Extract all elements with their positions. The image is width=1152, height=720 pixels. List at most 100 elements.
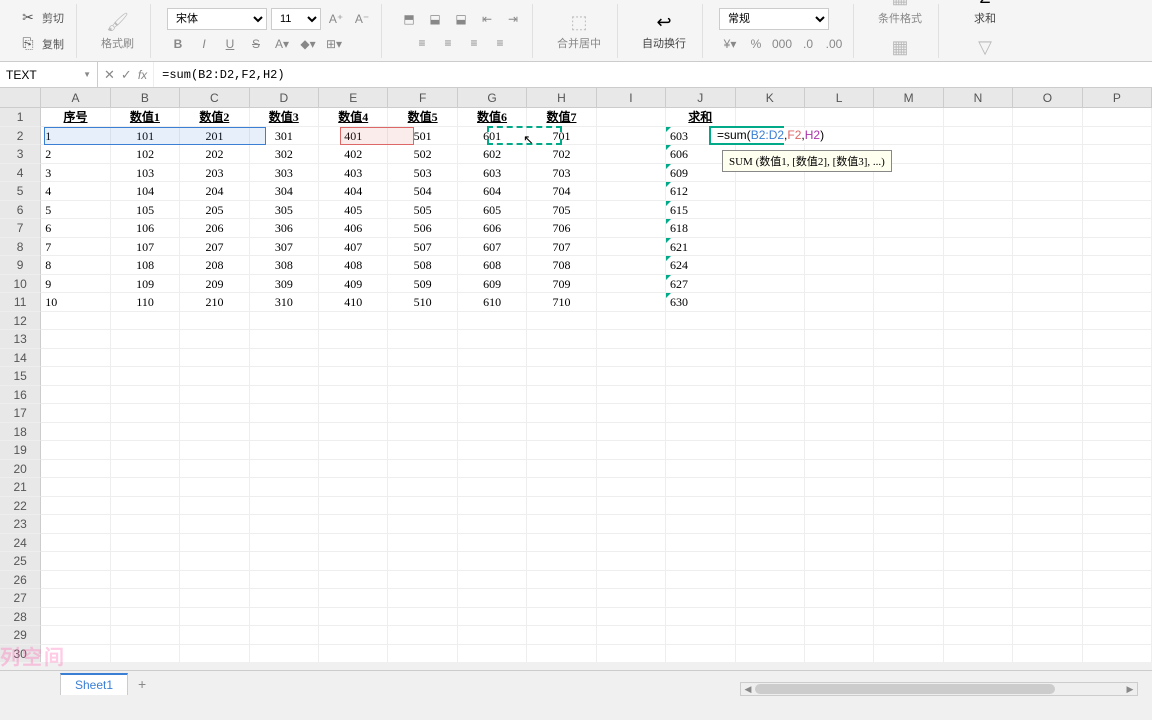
- cell-i28[interactable]: [597, 608, 666, 627]
- cell-n20[interactable]: [944, 460, 1013, 479]
- cell-c25[interactable]: [180, 552, 249, 571]
- cell-i2[interactable]: [597, 127, 666, 146]
- cell-j12[interactable]: [666, 312, 735, 331]
- cell-g22[interactable]: [458, 497, 527, 516]
- cell-f10[interactable]: 509: [388, 275, 457, 294]
- column-header-k[interactable]: K: [736, 88, 805, 107]
- cell-a10[interactable]: 9: [41, 275, 111, 294]
- cell-h17[interactable]: [527, 404, 596, 423]
- cell-l18[interactable]: [805, 423, 874, 442]
- cell-k21[interactable]: [736, 478, 805, 497]
- cell-p1[interactable]: [1083, 108, 1152, 127]
- cell-a9[interactable]: 8: [41, 256, 111, 275]
- cell-p18[interactable]: [1083, 423, 1152, 442]
- cell-f9[interactable]: 508: [388, 256, 457, 275]
- name-box[interactable]: TEXT▼: [0, 62, 98, 87]
- cell-g16[interactable]: [458, 386, 527, 405]
- cell-o2[interactable]: [1013, 127, 1082, 146]
- column-header-g[interactable]: G: [458, 88, 527, 107]
- cell-p2[interactable]: [1083, 127, 1152, 146]
- cell-j27[interactable]: [666, 589, 735, 608]
- cell-a26[interactable]: [41, 571, 110, 590]
- cell-k30[interactable]: [736, 645, 805, 663]
- cell-b6[interactable]: 105: [111, 201, 180, 220]
- cell-d29[interactable]: [250, 626, 319, 645]
- cell-e22[interactable]: [319, 497, 388, 516]
- select-all-corner[interactable]: [0, 88, 41, 107]
- cell-d3[interactable]: 302: [250, 145, 319, 164]
- cell-f3[interactable]: 502: [388, 145, 457, 164]
- cell-o8[interactable]: [1013, 238, 1082, 257]
- cell-a21[interactable]: [41, 478, 110, 497]
- cell-o10[interactable]: [1013, 275, 1082, 294]
- cell-o12[interactable]: [1013, 312, 1082, 331]
- cell-h25[interactable]: [527, 552, 596, 571]
- cell-k18[interactable]: [736, 423, 805, 442]
- conditional-format-button[interactable]: ▦ 条件格式: [870, 0, 930, 30]
- cell-l16[interactable]: [805, 386, 874, 405]
- cell-g12[interactable]: [458, 312, 527, 331]
- cell-o25[interactable]: [1013, 552, 1082, 571]
- cell-j30[interactable]: [666, 645, 735, 663]
- cell-k25[interactable]: [736, 552, 805, 571]
- cell-p8[interactable]: [1083, 238, 1152, 257]
- row-header[interactable]: 14: [0, 349, 41, 368]
- bold-button[interactable]: B: [167, 34, 189, 54]
- cell-b4[interactable]: 103: [111, 164, 180, 183]
- cell-n9[interactable]: [944, 256, 1013, 275]
- cell-k10[interactable]: [736, 275, 805, 294]
- cell-e30[interactable]: [319, 645, 388, 663]
- column-header-p[interactable]: P: [1083, 88, 1152, 107]
- cell-n2[interactable]: [944, 127, 1013, 146]
- cell-i24[interactable]: [597, 534, 666, 553]
- cell-m23[interactable]: [874, 515, 943, 534]
- underline-button[interactable]: U: [219, 34, 241, 54]
- cell-i16[interactable]: [597, 386, 666, 405]
- cell-n29[interactable]: [944, 626, 1013, 645]
- cell-n17[interactable]: [944, 404, 1013, 423]
- cell-n15[interactable]: [944, 367, 1013, 386]
- row-header[interactable]: 18: [0, 423, 41, 442]
- cell-p19[interactable]: [1083, 441, 1152, 460]
- column-header-c[interactable]: C: [180, 88, 249, 107]
- percent-icon[interactable]: %: [745, 34, 767, 54]
- decrease-decimal-icon[interactable]: .0: [797, 34, 819, 54]
- strike-button[interactable]: S: [245, 34, 267, 54]
- cell-h15[interactable]: [527, 367, 596, 386]
- cell-l28[interactable]: [805, 608, 874, 627]
- cell-n7[interactable]: [944, 219, 1013, 238]
- copy-button[interactable]: ⎘复制: [14, 32, 68, 56]
- cell-m8[interactable]: [874, 238, 943, 257]
- row-header[interactable]: 23: [0, 515, 41, 534]
- cell-j5[interactable]: 612: [666, 182, 736, 201]
- cell-p12[interactable]: [1083, 312, 1152, 331]
- cell-j15[interactable]: [666, 367, 735, 386]
- column-header-d[interactable]: D: [250, 88, 319, 107]
- cell-m22[interactable]: [874, 497, 943, 516]
- cell-a27[interactable]: [41, 589, 110, 608]
- cell-k17[interactable]: [736, 404, 805, 423]
- cell-d14[interactable]: [250, 349, 319, 368]
- cell-l20[interactable]: [805, 460, 874, 479]
- cell-e25[interactable]: [319, 552, 388, 571]
- cell-h27[interactable]: [527, 589, 596, 608]
- cell-i1[interactable]: [597, 108, 666, 127]
- row-header[interactable]: 22: [0, 497, 41, 516]
- cell-n13[interactable]: [944, 330, 1013, 349]
- cell-m26[interactable]: [874, 571, 943, 590]
- indent-decrease-icon[interactable]: ⇤: [476, 9, 498, 29]
- cell-k12[interactable]: [736, 312, 805, 331]
- cell-o16[interactable]: [1013, 386, 1082, 405]
- cell-g3[interactable]: 602: [458, 145, 527, 164]
- row-header[interactable]: 17: [0, 404, 41, 423]
- column-header-i[interactable]: I: [597, 88, 666, 107]
- cell-l8[interactable]: [805, 238, 874, 257]
- row-header[interactable]: 24: [0, 534, 41, 553]
- cell-c5[interactable]: 204: [180, 182, 249, 201]
- cell-e8[interactable]: 407: [319, 238, 388, 257]
- cell-b22[interactable]: [111, 497, 180, 516]
- cell-a25[interactable]: [41, 552, 110, 571]
- column-header-a[interactable]: A: [41, 88, 110, 107]
- cell-d10[interactable]: 309: [250, 275, 319, 294]
- cell-p9[interactable]: [1083, 256, 1152, 275]
